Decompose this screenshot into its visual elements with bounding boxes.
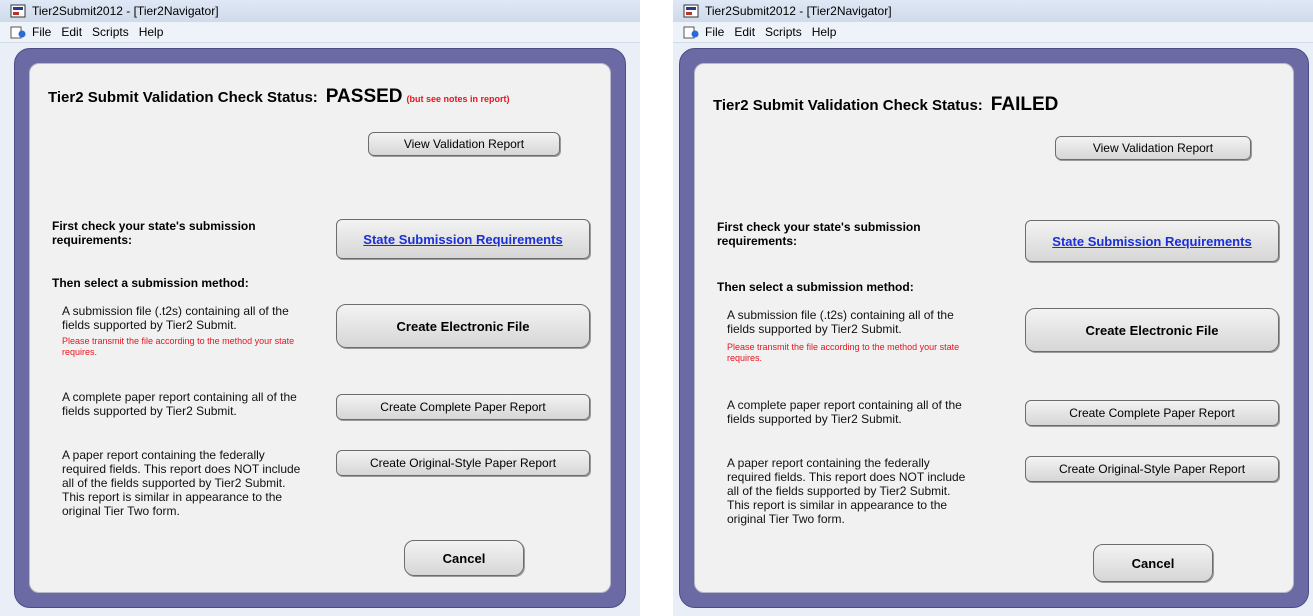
complete-report-description: A complete paper report containing all o… [727,398,962,426]
status-row: Tier2 Submit Validation Check Status: FA… [713,94,1058,116]
create-original-style-paper-report-button[interactable]: Create Original-Style Paper Report [1025,456,1279,482]
select-method-text: Then select a submission method: [717,280,914,294]
menu-help[interactable]: Help [812,25,837,39]
right-dialog-frame: Tier2 Submit Validation Check Status: FA… [679,48,1309,608]
menu-edit[interactable]: Edit [61,25,82,39]
app-icon [683,4,699,18]
create-complete-paper-report-button[interactable]: Create Complete Paper Report [336,394,590,420]
electronic-file-note: Please transmit the file according to th… [62,336,295,357]
cancel-button[interactable]: Cancel [404,540,524,576]
document-icon[interactable] [10,25,26,39]
complete-report-description: A complete paper report containing all o… [62,390,297,418]
first-check-text: First check your state's submission requ… [52,219,256,247]
state-submission-requirements-link[interactable]: State Submission Requirements [363,232,562,247]
electronic-file-description: A submission file (.t2s) containing all … [62,304,289,332]
create-electronic-file-button[interactable]: Create Electronic File [336,304,590,348]
menu-help[interactable]: Help [139,25,164,39]
create-complete-paper-report-button[interactable]: Create Complete Paper Report [1025,400,1279,426]
status-note: (but see notes in report) [406,94,510,104]
right-dialog-panel: Tier2 Submit Validation Check Status: FA… [694,63,1294,593]
original-report-description: A paper report containing the federally … [62,448,301,518]
create-original-style-paper-report-button[interactable]: Create Original-Style Paper Report [336,450,590,476]
left-menu-bar: File Edit Scripts Help [0,22,640,43]
left-dialog-panel: Tier2 Submit Validation Check Status: PA… [29,63,611,593]
left-dialog-frame: Tier2 Submit Validation Check Status: PA… [14,48,626,608]
view-validation-report-button[interactable]: View Validation Report [1055,136,1251,160]
left-title-bar: Tier2Submit2012 - [Tier2Navigator] [0,0,640,22]
first-check-text: First check your state's submission requ… [717,220,921,248]
right-window: Tier2Submit2012 - [Tier2Navigator] File … [673,0,1313,616]
status-row: Tier2 Submit Validation Check Status: PA… [48,86,510,108]
menu-file[interactable]: File [705,25,724,39]
left-window: Tier2Submit2012 - [Tier2Navigator] File … [0,0,640,616]
status-value-failed: FAILED [990,94,1059,115]
window-title: Tier2Submit2012 - [Tier2Navigator] [32,4,219,18]
cancel-button[interactable]: Cancel [1093,544,1213,582]
menu-scripts[interactable]: Scripts [765,25,802,39]
create-electronic-file-button[interactable]: Create Electronic File [1025,308,1279,352]
view-validation-report-button[interactable]: View Validation Report [368,132,560,156]
right-title-bar: Tier2Submit2012 - [Tier2Navigator] [673,0,1313,22]
status-label: Tier2 Submit Validation Check Status: [713,97,983,114]
app-icon [10,4,26,18]
electronic-file-note: Please transmit the file according to th… [727,342,960,363]
original-report-description: A paper report containing the federally … [727,456,966,526]
state-submission-requirements-link[interactable]: State Submission Requirements [1052,234,1251,249]
electronic-file-description: A submission file (.t2s) containing all … [727,308,954,336]
menu-file[interactable]: File [32,25,51,39]
document-icon[interactable] [683,25,699,39]
state-submission-requirements-button[interactable]: State Submission Requirements [336,219,590,259]
select-method-text: Then select a submission method: [52,276,249,290]
window-title: Tier2Submit2012 - [Tier2Navigator] [705,4,892,18]
state-submission-requirements-button[interactable]: State Submission Requirements [1025,220,1279,262]
right-menu-bar: File Edit Scripts Help [673,22,1313,43]
status-label: Tier2 Submit Validation Check Status: [48,89,318,106]
menu-edit[interactable]: Edit [734,25,755,39]
status-value-passed: PASSED [325,86,403,107]
menu-scripts[interactable]: Scripts [92,25,129,39]
